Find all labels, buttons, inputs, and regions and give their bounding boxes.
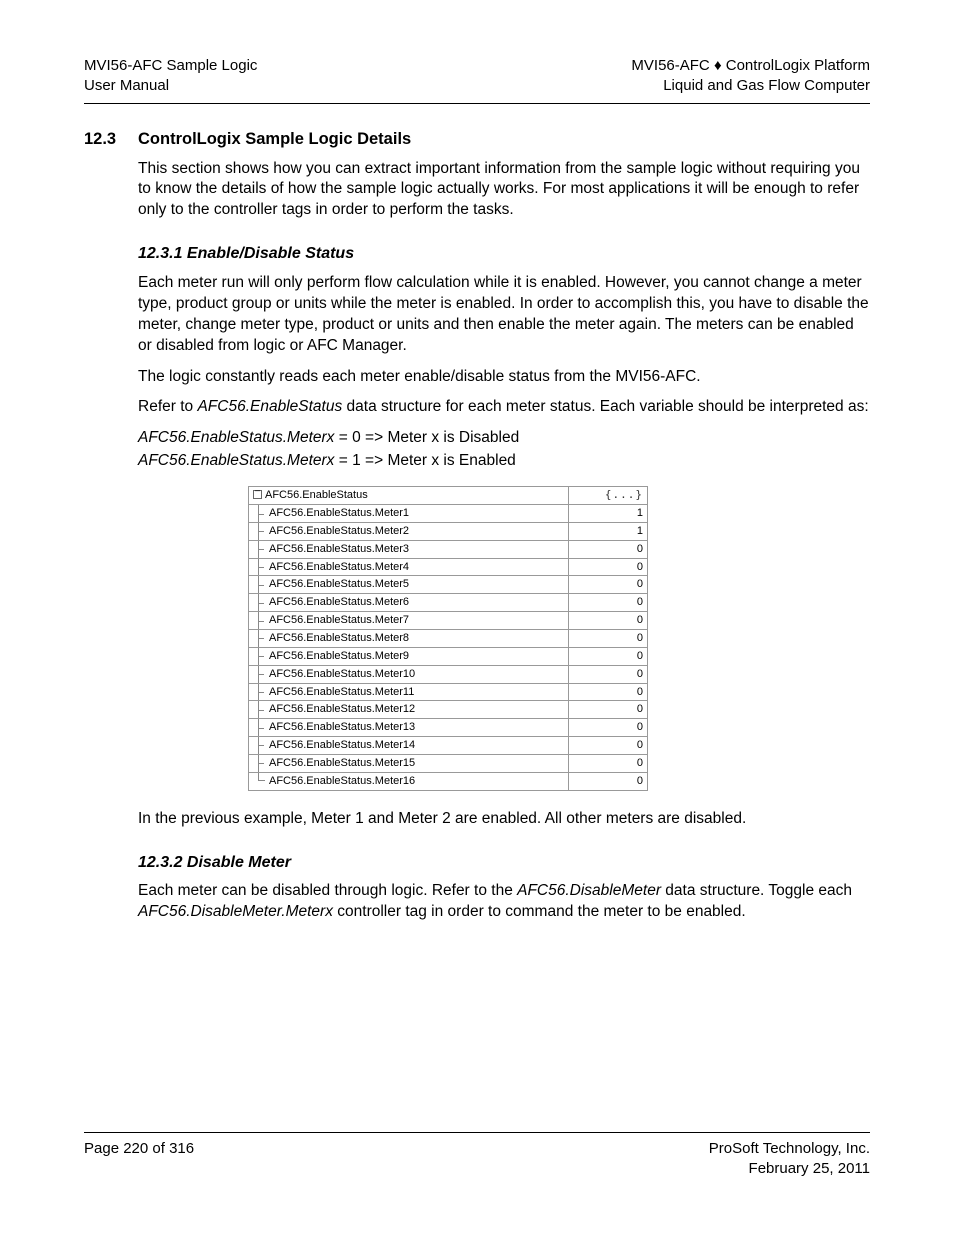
subsection-1-heading: 12.3.1 Enable/Disable Status: [138, 243, 870, 265]
tag-name-cell: AFC56.EnableStatus.Meter15: [249, 754, 569, 772]
tag-value-cell: 0: [569, 612, 648, 630]
tag-name-cell: AFC56.EnableStatus.Meter6: [249, 594, 569, 612]
tag-value-cell: 0: [569, 683, 648, 701]
root-tag-name: AFC56.EnableStatus: [265, 488, 368, 503]
table-row-root: AFC56.EnableStatus {...}: [249, 487, 648, 505]
tag-name-cell: AFC56.EnableStatus.Meter7: [249, 612, 569, 630]
table-row: AFC56.EnableStatus.Meter110: [249, 683, 648, 701]
sub1-after: In the previous example, Meter 1 and Met…: [138, 809, 870, 830]
tag-name-cell: AFC56.EnableStatus.Meter14: [249, 737, 569, 755]
tag-value-cell: 0: [569, 701, 648, 719]
tag-value-cell: 0: [569, 754, 648, 772]
sub1-p1: Each meter run will only perform flow ca…: [138, 273, 870, 357]
table-row: AFC56.EnableStatus.Meter50: [249, 576, 648, 594]
tag-name-cell: AFC56.EnableStatus.Meter12: [249, 701, 569, 719]
tag-name-cell: AFC56.EnableStatus.Meter10: [249, 665, 569, 683]
footer-company: ProSoft Technology, Inc.: [709, 1139, 870, 1159]
sub1-p2: The logic constantly reads each meter en…: [138, 367, 870, 388]
tag-value-cell: 0: [569, 594, 648, 612]
section-number: 12.3: [84, 130, 120, 149]
tag-name-cell: AFC56.EnableStatus.Meter8: [249, 629, 569, 647]
sub1-status-enabled: AFC56.EnableStatus.Meterx = 1 => Meter x…: [138, 451, 870, 472]
table-row: AFC56.EnableStatus.Meter140: [249, 737, 648, 755]
collapse-icon: [253, 490, 262, 499]
sub2-p: Each meter can be disabled through logic…: [138, 881, 870, 923]
section-title: ControlLogix Sample Logic Details: [138, 130, 411, 149]
tag-name-cell: AFC56.EnableStatus.Meter4: [249, 558, 569, 576]
section-heading: 12.3 ControlLogix Sample Logic Details: [84, 130, 870, 149]
table-row: AFC56.EnableStatus.Meter80: [249, 629, 648, 647]
table-row: AFC56.EnableStatus.Meter30: [249, 540, 648, 558]
tag-value-cell: 0: [569, 540, 648, 558]
tag-value-cell: 0: [569, 558, 648, 576]
root-tag-value: {...}: [605, 488, 643, 501]
tag-value-cell: 0: [569, 737, 648, 755]
footer-page-number: Page 220 of 316: [84, 1139, 194, 1180]
table-row: AFC56.EnableStatus.Meter70: [249, 612, 648, 630]
subsection-2-heading: 12.3.2 Disable Meter: [138, 852, 870, 874]
page-footer: Page 220 of 316 ProSoft Technology, Inc.…: [84, 1132, 870, 1180]
table-row: AFC56.EnableStatus.Meter90: [249, 647, 648, 665]
footer-date: February 25, 2011: [709, 1159, 870, 1179]
tag-name-cell: AFC56.EnableStatus.Meter2: [249, 522, 569, 540]
header-right-line1: MVI56-AFC ♦ ControlLogix Platform: [631, 56, 870, 76]
header-right-line2: Liquid and Gas Flow Computer: [631, 76, 870, 96]
sub1-status-disabled: AFC56.EnableStatus.Meterx = 0 => Meter x…: [138, 428, 870, 449]
tag-value-cell: 0: [569, 719, 648, 737]
table-row: AFC56.EnableStatus.Meter120: [249, 701, 648, 719]
tag-value-cell: 0: [569, 629, 648, 647]
tag-value-cell: 0: [569, 576, 648, 594]
tag-value-cell: 0: [569, 665, 648, 683]
sub1-p3: Refer to AFC56.EnableStatus data structu…: [138, 397, 870, 418]
table-row: AFC56.EnableStatus.Meter60: [249, 594, 648, 612]
section-intro: This section shows how you can extract i…: [138, 159, 870, 222]
table-row: AFC56.EnableStatus.Meter11: [249, 505, 648, 523]
header-left-line1: MVI56-AFC Sample Logic: [84, 56, 257, 76]
page-header: MVI56-AFC Sample Logic User Manual MVI56…: [84, 56, 870, 104]
tag-value-cell: 0: [569, 647, 648, 665]
table-row: AFC56.EnableStatus.Meter100: [249, 665, 648, 683]
tag-name-cell: AFC56.EnableStatus.Meter3: [249, 540, 569, 558]
tag-name-cell: AFC56.EnableStatus.Meter11: [249, 683, 569, 701]
enable-status-table: AFC56.EnableStatus {...} AFC56.EnableSta…: [248, 486, 648, 790]
table-row: AFC56.EnableStatus.Meter130: [249, 719, 648, 737]
tag-name-cell: AFC56.EnableStatus.Meter1: [249, 505, 569, 523]
table-row: AFC56.EnableStatus.Meter40: [249, 558, 648, 576]
tag-value-cell: 1: [569, 522, 648, 540]
tag-value-cell: 1: [569, 505, 648, 523]
tag-name-cell: AFC56.EnableStatus.Meter9: [249, 647, 569, 665]
tag-value-cell: 0: [569, 772, 648, 790]
header-left-line2: User Manual: [84, 76, 257, 96]
tag-name-cell: AFC56.EnableStatus.Meter16: [249, 772, 569, 790]
table-row: AFC56.EnableStatus.Meter160: [249, 772, 648, 790]
table-row: AFC56.EnableStatus.Meter21: [249, 522, 648, 540]
table-row: AFC56.EnableStatus.Meter150: [249, 754, 648, 772]
tag-name-cell: AFC56.EnableStatus.Meter13: [249, 719, 569, 737]
tag-name-cell: AFC56.EnableStatus.Meter5: [249, 576, 569, 594]
